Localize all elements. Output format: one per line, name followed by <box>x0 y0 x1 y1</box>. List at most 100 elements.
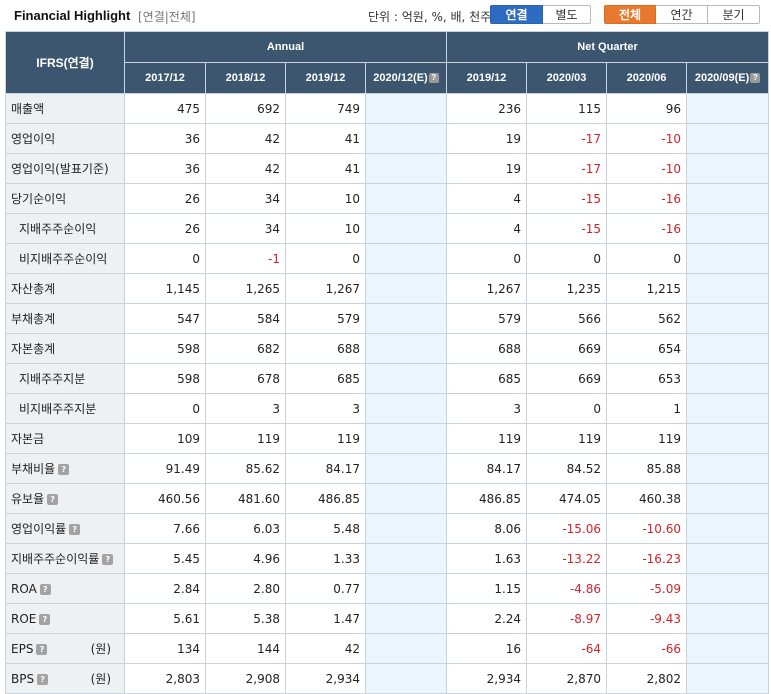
column-header: 2020/06 <box>606 62 688 94</box>
row-label-cell: 당기순이익 <box>5 183 125 214</box>
row-label-cell: 유보율? <box>5 483 125 514</box>
help-icon[interactable]: ? <box>750 73 761 84</box>
table-cell <box>686 633 770 664</box>
table-cell <box>686 363 770 394</box>
table-cell: 3 <box>446 393 528 424</box>
row-label: EPS <box>11 641 34 656</box>
table-cell <box>364 603 448 634</box>
row-label: 자본금 <box>11 432 45 446</box>
column-header-label: 2019/12 <box>466 72 507 84</box>
table-cell: 1,267 <box>446 273 528 304</box>
table-cell <box>686 423 770 454</box>
table-cell: 0 <box>606 243 688 274</box>
table-cell: 688 <box>446 333 528 364</box>
table-cell: 7.66 <box>124 513 206 544</box>
table-cell: 1.33 <box>285 543 366 574</box>
table-cell: 678 <box>205 363 286 394</box>
table-cell: 34 <box>205 213 286 244</box>
table-cell: 598 <box>124 333 206 364</box>
table-cell: 5.45 <box>124 543 206 574</box>
row-label-cell: 영업이익(발표기준) <box>5 153 125 184</box>
row-label: 비지배주주순이익 <box>19 252 108 266</box>
column-header: 2020/03 <box>526 62 608 94</box>
table-cell: 1,265 <box>205 273 286 304</box>
table-cell: 10 <box>285 183 366 214</box>
row-label: BPS <box>11 671 35 686</box>
row-label-cell: 부채비율? <box>5 453 125 484</box>
table-cell: 26 <box>124 183 206 214</box>
page-subtitle: [연결|전체] <box>138 10 196 24</box>
table-row: 매출액 475 692 749 236 115 96 <box>5 93 770 124</box>
all-period-button[interactable]: 전체 <box>604 5 656 24</box>
table-cell: 682 <box>205 333 286 364</box>
table-cell: 236 <box>446 93 528 124</box>
table-cell: 486.85 <box>285 483 366 514</box>
table-cell <box>364 213 448 244</box>
table-cell: 84.17 <box>446 453 528 484</box>
row-label: 자본총계 <box>11 342 56 356</box>
help-icon[interactable]: ? <box>428 73 439 84</box>
help-icon[interactable]: ? <box>58 464 70 475</box>
quarter-button[interactable]: 분기 <box>708 5 760 24</box>
table-cell: 144 <box>205 633 286 664</box>
table-row: 비지배주주지분 0 3 3 3 0 1 <box>5 393 770 424</box>
table-cell: 460.56 <box>124 483 206 514</box>
row-label: 부채총계 <box>11 312 56 326</box>
table-cell: 2,802 <box>606 663 688 694</box>
table-cell: 475 <box>124 93 206 124</box>
table-cell: -17 <box>526 123 608 154</box>
help-icon[interactable]: ? <box>47 494 59 505</box>
table-corner-label: IFRS(연결) <box>5 31 125 94</box>
table-row: 자산총계 1,145 1,265 1,267 1,267 1,235 1,215 <box>5 273 770 304</box>
table-cell: 566 <box>526 303 608 334</box>
row-label-cell: 비지배주주지분 <box>5 393 125 424</box>
page-title: Financial Highlight <box>14 8 131 23</box>
table-cell: 685 <box>285 363 366 394</box>
table-cell: 0 <box>285 243 366 274</box>
row-label-cell: 영업이익률? <box>5 513 125 544</box>
table-cell: 6.03 <box>205 513 286 544</box>
help-icon[interactable]: ? <box>37 673 49 685</box>
table-cell <box>686 183 770 214</box>
help-icon[interactable]: ? <box>39 583 51 595</box>
table-cell: 692 <box>205 93 286 124</box>
table-cell <box>364 363 448 394</box>
table-cell: 0 <box>124 243 206 274</box>
row-label-cell: 지배주주순이익률? <box>5 543 125 574</box>
table-cell <box>364 243 448 274</box>
row-label-cell: 지배주주순이익 <box>5 213 125 244</box>
help-icon[interactable]: ? <box>102 554 114 565</box>
table-cell: 2.84 <box>124 573 206 604</box>
table-cell: -15 <box>526 183 608 214</box>
table-cell <box>686 153 770 184</box>
row-label: 영업이익 <box>11 132 56 146</box>
column-header-label: 2018/12 <box>225 72 266 84</box>
table-cell: 41 <box>285 153 366 184</box>
table-row: 영업이익 36 42 41 19 -17 -10 <box>5 123 770 154</box>
table-row: ROE? 5.61 5.38 1.47 2.24 -8.97 -9.43 <box>5 603 770 634</box>
separate-button[interactable]: 별도 <box>543 5 591 24</box>
help-icon[interactable]: ? <box>39 613 51 625</box>
column-header-label: 2019/12 <box>305 72 346 84</box>
consolidated-button[interactable]: 연결 <box>490 5 543 24</box>
table-cell: 1.47 <box>285 603 366 634</box>
table-row: 부채총계 547 584 579 579 566 562 <box>5 303 770 334</box>
table-cell: -16 <box>606 213 688 244</box>
table-cell <box>364 123 448 154</box>
table-row: ROA? 2.84 2.80 0.77 1.15 -4.86 -5.09 <box>5 573 770 604</box>
row-label-cell: BPS? (원) <box>5 663 125 694</box>
help-icon[interactable]: ? <box>69 524 81 535</box>
financial-highlight-table: IFRS(연결) Annual Net Quarter 2017/12 2018/… <box>5 31 770 694</box>
annual-button[interactable]: 연간 <box>656 5 708 24</box>
table-cell: 481.60 <box>205 483 286 514</box>
table-cell: 96 <box>606 93 688 124</box>
table-cell <box>686 483 770 514</box>
table-row: 지배주주지분 598 678 685 685 669 653 <box>5 363 770 394</box>
table-cell: 26 <box>124 213 206 244</box>
table-cell: -10 <box>606 153 688 184</box>
row-label-cell: 매출액 <box>5 93 125 124</box>
table-cell: 34 <box>205 183 286 214</box>
help-icon[interactable]: ? <box>36 643 48 655</box>
row-label-cell: 부채총계 <box>5 303 125 334</box>
row-label: 지배주주순이익률 <box>11 552 100 566</box>
